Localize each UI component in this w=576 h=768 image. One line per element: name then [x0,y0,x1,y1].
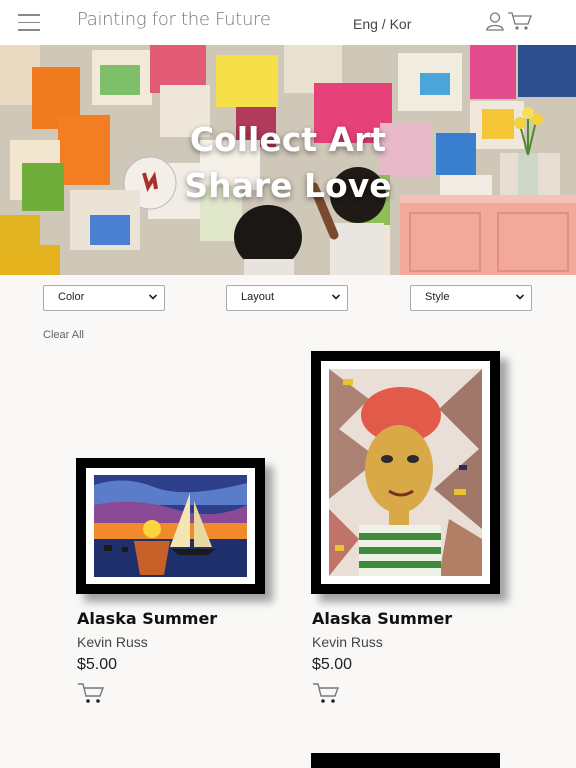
style-filter-label: Style [425,291,450,303]
product-title[interactable]: Alaska Summer [77,609,217,628]
hero-banner: Collect Art Share Love [0,45,576,275]
product-title[interactable]: Alaska Summer [312,609,452,628]
filter-bar: Color Layout Style [0,285,576,311]
clear-all-link[interactable]: Clear All [43,329,84,341]
product-frame[interactable] [311,351,500,594]
lang-separator: / [377,16,390,32]
layout-filter-label: Layout [241,291,275,303]
brand-logo[interactable]: Painting for the Future [77,9,271,30]
chevron-down-icon [148,294,158,300]
lang-english[interactable]: Eng [353,16,378,32]
color-filter-select[interactable]: Color [43,285,165,311]
product-frame[interactable] [76,458,265,594]
product-price: $5.00 [77,656,118,673]
product-image-portrait [329,369,482,576]
product-frame-partial[interactable] [311,753,500,768]
lang-korean[interactable]: Kor [390,16,412,32]
hero-line-2: Share Love [184,166,392,205]
hero-line-1: Collect Art [189,120,387,159]
chevron-down-icon [331,294,341,300]
user-icon[interactable] [485,11,505,31]
frame-mat [321,361,490,584]
menu-icon[interactable] [18,14,40,31]
product-artist[interactable]: Kevin Russ [77,634,148,650]
product-artist[interactable]: Kevin Russ [312,634,383,650]
color-filter-label: Color [58,291,85,303]
add-to-cart-icon[interactable] [312,682,340,704]
top-header: Painting for the Future Eng / Kor [0,0,576,45]
chevron-down-icon [515,294,525,300]
product-price: $5.00 [312,656,353,673]
product-image-sunset [94,475,247,577]
hero-headline: Collect Art Share Love [0,117,576,209]
layout-filter-select[interactable]: Layout [226,285,348,311]
add-to-cart-icon[interactable] [77,682,105,704]
language-switcher: Eng / Kor [353,16,411,32]
frame-mat [86,468,255,584]
style-filter-select[interactable]: Style [410,285,532,311]
cart-icon[interactable] [507,11,533,31]
